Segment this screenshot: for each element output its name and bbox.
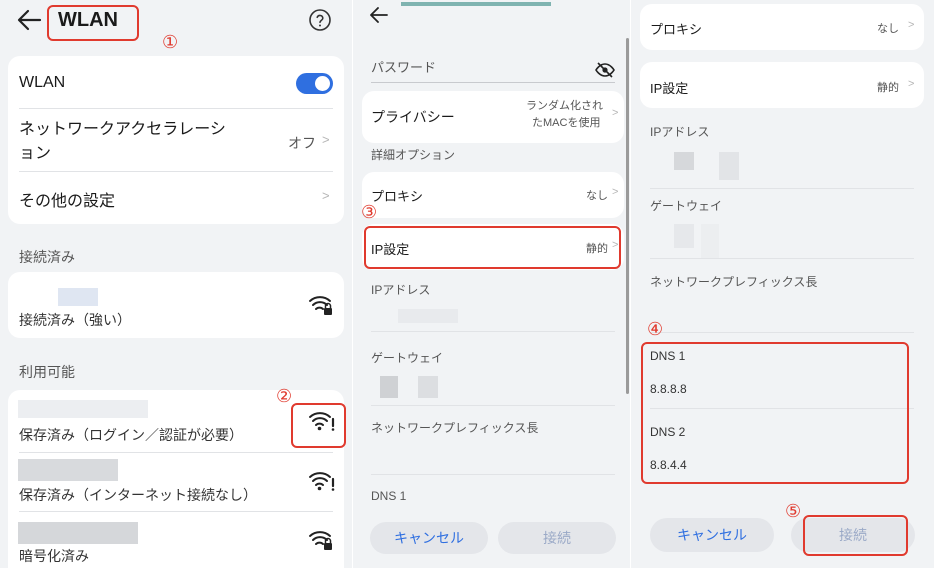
- privacy-label: プライバシー: [371, 109, 455, 125]
- proxy-item[interactable]: プロキシ なし >: [640, 4, 924, 50]
- proxy-label: プロキシ: [650, 22, 703, 37]
- network-item[interactable]: 保存済み（インターネット接続なし）: [8, 453, 344, 511]
- cancel-button[interactable]: キャンセル: [370, 522, 488, 554]
- wifi-warning-icon: [308, 470, 336, 492]
- annotation-box-4: [641, 342, 909, 484]
- annotation-box-1: [47, 5, 139, 41]
- wlan-settings-card: WLAN ネットワークアクセラレーシ ョン オフ > その他の設定 >: [8, 56, 344, 224]
- ip-address-redacted: [398, 309, 458, 323]
- network-acceleration-value: オフ: [288, 135, 316, 151]
- other-settings-item[interactable]: その他の設定 >: [8, 172, 344, 224]
- privacy-item[interactable]: プライバシー ランダム化され たMACを使用 >: [362, 91, 624, 143]
- proxy-item[interactable]: プロキシ なし >: [362, 172, 624, 218]
- privacy-value-2: たMACを使用: [532, 117, 601, 129]
- wlan-toggle[interactable]: [296, 73, 333, 94]
- network-prefix-label: ネットワークプレフィックス長: [371, 421, 539, 435]
- password-field-underline: [371, 82, 615, 83]
- gateway-redacted: [380, 376, 398, 398]
- network-acceleration-label-1: ネットワークアクセラレーシ: [19, 121, 226, 138]
- network-name-redacted: [18, 400, 148, 418]
- chevron-right-icon: >: [612, 107, 619, 119]
- chevron-right-icon: >: [908, 19, 915, 31]
- connect-button[interactable]: 接続: [498, 522, 616, 554]
- annotation-box-5: [803, 515, 908, 556]
- network-name-redacted: [58, 288, 98, 306]
- chevron-right-icon: >: [322, 132, 330, 147]
- network-acceleration-label-2: ョン: [19, 145, 52, 162]
- ip-address-redacted: [674, 152, 694, 170]
- network-status: 暗号化済み: [19, 548, 89, 564]
- annotation-box-2: [291, 403, 346, 448]
- annotation-number-2: ②: [276, 386, 293, 406]
- back-arrow-icon[interactable]: [369, 6, 389, 24]
- network-item[interactable]: 暗号化済み: [8, 512, 344, 568]
- ip-address-redacted: [719, 152, 739, 180]
- network-edit-panel: パスワード プライバシー ランダム化され たMACを使用 > 詳細オプション プ…: [353, 0, 630, 568]
- network-acceleration-item[interactable]: ネットワークアクセラレーシ ョン オフ >: [8, 109, 344, 171]
- gateway-redacted: [701, 224, 719, 258]
- annotation-number-1: ①: [162, 32, 179, 52]
- gateway-label: ゲートウェイ: [650, 199, 723, 213]
- network-prefix-label: ネットワークプレフィックス長: [650, 275, 818, 289]
- back-arrow-icon[interactable]: [16, 8, 42, 32]
- eye-slash-icon[interactable]: [595, 62, 615, 78]
- proxy-value: なし: [877, 23, 899, 35]
- available-section-header: 利用可能: [19, 364, 75, 380]
- scrollbar[interactable]: [626, 38, 629, 394]
- dns1-label: DNS 1: [371, 489, 407, 503]
- gateway-redacted: [674, 224, 694, 248]
- help-icon[interactable]: [308, 8, 332, 32]
- ip-settings-item[interactable]: IP設定 静的 >: [640, 62, 924, 108]
- chevron-right-icon: >: [322, 188, 330, 203]
- annotation-box-3: [364, 226, 621, 269]
- ip-address-label: IPアドレス: [650, 125, 710, 139]
- gateway-label: ゲートウェイ: [371, 351, 444, 365]
- annotation-number-5: ⑤: [785, 501, 802, 521]
- wifi-lock-icon: [308, 294, 334, 316]
- gateway-redacted: [418, 376, 438, 398]
- chevron-right-icon: >: [908, 78, 915, 90]
- connected-status: 接続済み（強い）: [19, 312, 131, 328]
- other-settings-label: その他の設定: [19, 193, 116, 210]
- network-name-redacted: [18, 522, 138, 544]
- connected-network-card[interactable]: 接続済み（強い）: [8, 272, 344, 338]
- password-label: パスワード: [371, 60, 437, 75]
- annotation-number-4: ④: [647, 319, 664, 339]
- chevron-right-icon: >: [612, 186, 619, 198]
- ip-settings-label: IP設定: [650, 81, 689, 96]
- title-bar-accent: [401, 2, 551, 6]
- cancel-button[interactable]: キャンセル: [650, 518, 774, 552]
- wlan-panel: WLAN WLAN ネットワークアクセラレーシ ョン オフ > その他の設定 >…: [0, 0, 352, 568]
- network-status: 保存済み（インターネット接続なし）: [19, 487, 257, 503]
- proxy-value: なし: [586, 190, 608, 202]
- privacy-value-1: ランダム化され: [526, 100, 603, 112]
- ip-settings-value: 静的: [877, 82, 899, 94]
- connected-section-header: 接続済み: [19, 249, 75, 265]
- wifi-lock-icon: [308, 529, 334, 551]
- ip-address-label: IPアドレス: [371, 283, 431, 297]
- wlan-label: WLAN: [19, 74, 66, 91]
- annotation-number-3: ③: [361, 202, 378, 222]
- network-status: 保存済み（ログイン／認証が必要）: [19, 427, 243, 443]
- network-name-redacted: [18, 459, 118, 481]
- proxy-label: プロキシ: [371, 189, 424, 204]
- advanced-options-header: 詳細オプション: [371, 148, 456, 162]
